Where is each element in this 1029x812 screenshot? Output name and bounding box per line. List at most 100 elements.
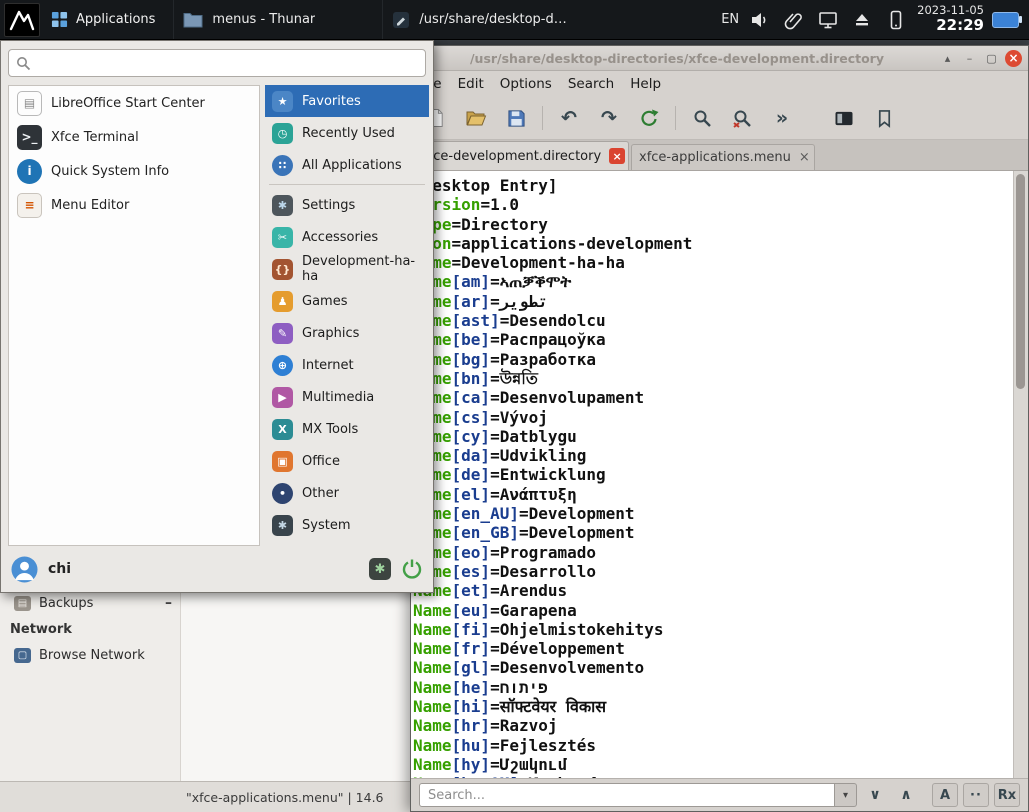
reload-icon[interactable] <box>632 103 666 133</box>
tab-xfce-development-directory[interactable]: xfce-development.directory × <box>413 141 629 170</box>
user-name: chi <box>48 561 72 577</box>
tab-xfce-applications-menu[interactable]: xfce-applications.menu × <box>631 144 815 170</box>
vertical-scrollbar[interactable] <box>1013 171 1028 778</box>
category-settings[interactable]: ✱ Settings <box>265 189 429 221</box>
taskbar-button-usr-share-desktop-d[interactable]: /usr/share/desktop-d… <box>382 0 591 39</box>
find-replace-icon[interactable] <box>725 103 759 133</box>
category-internet[interactable]: ⊕ Internet <box>265 349 429 381</box>
code-line: Name[ast]=Desendolcu <box>413 311 1010 330</box>
task-label: /usr/share/desktop-d… <box>419 12 567 27</box>
side-pane-icon[interactable] <box>827 103 861 133</box>
clipboard-icon[interactable] <box>783 9 805 31</box>
launcher-xfce-terminal[interactable]: >_ Xfce Terminal <box>9 120 259 154</box>
launcher-libreoffice-start-center[interactable]: ▤ LibreOffice Start Center <box>9 86 259 120</box>
ini-value: =Développement <box>490 639 625 659</box>
search-previous-button[interactable]: ∧ <box>893 783 919 807</box>
logout-icon[interactable] <box>401 558 423 580</box>
titlebar[interactable]: /usr/share/desktop-directories/xfce-deve… <box>411 46 1028 71</box>
category-recently-used[interactable]: ◷ Recently Used <box>265 117 429 149</box>
code-line: Icon=applications-development <box>413 234 1010 253</box>
taskbar-button-menus-thunar[interactable]: menus - Thunar <box>173 0 382 39</box>
thunar-sidebar: ▤ Backups – Network ▢ Browse Network <box>0 560 181 782</box>
user-avatar[interactable] <box>11 555 38 583</box>
graphics-icon: ✎ <box>272 322 293 344</box>
ini-locale: [de] <box>451 465 491 485</box>
category-mx-tools[interactable]: X MX Tools <box>265 413 429 445</box>
battery-indicator[interactable] <box>992 11 1022 28</box>
whole-word-button[interactable]: ·· <box>963 783 989 807</box>
category-development-ha-ha[interactable]: {} Development-ha-ha <box>265 253 429 285</box>
menu-edit[interactable]: Edit <box>458 76 484 92</box>
ini-value: =Ohjelmistokehitys <box>490 619 664 639</box>
code-line: Name[bn]=উন্নতি <box>413 369 1010 388</box>
menu-search-field[interactable] <box>8 49 426 77</box>
settings-manager-icon[interactable]: ✱ <box>369 558 391 580</box>
maximize-button[interactable]: ▢ <box>983 50 1000 67</box>
category-office[interactable]: ▣ Office <box>265 445 429 477</box>
desktop: ▤ Backups – Network ▢ Browse Network "xfce-ap… <box>0 0 1029 812</box>
unmount-icon[interactable]: – <box>165 595 172 611</box>
mx-menu-button[interactable] <box>4 2 40 37</box>
search-next-button[interactable]: ∨ <box>862 783 888 807</box>
tab-close-icon[interactable]: × <box>799 150 810 165</box>
shade-button[interactable]: ▴ <box>939 50 956 67</box>
search-icon <box>16 56 31 71</box>
category-games[interactable]: ♟ Games <box>265 285 429 317</box>
category-multimedia[interactable]: ▶ Multimedia <box>265 381 429 413</box>
sidebar-item-browse-network[interactable]: ▢ Browse Network <box>0 642 180 668</box>
menubar: FileEditOptionsSearchHelp <box>411 71 1028 97</box>
libreoffice-start-center-icon: ▤ <box>17 90 42 116</box>
category-all-applications[interactable]: ∷ All Applications <box>265 149 429 181</box>
undo-icon[interactable]: ↶ <box>552 103 586 133</box>
keyboard-layout-indicator[interactable]: EN <box>721 12 739 27</box>
category-accessories[interactable]: ✂ Accessories <box>265 221 429 253</box>
ini-key: Name <box>413 754 452 774</box>
match-case-button[interactable]: A <box>932 783 958 807</box>
open-icon[interactable] <box>459 103 493 133</box>
sidebar-item-backups[interactable]: ▤ Backups – <box>0 590 180 616</box>
clock[interactable]: 2023-11-05 22:29 <box>917 4 984 35</box>
drive-icon: ▤ <box>14 595 31 611</box>
toolbar-separator <box>542 106 543 130</box>
internet-icon: ⊕ <box>272 354 293 376</box>
regex-button[interactable]: Rx <box>994 783 1020 807</box>
category-label: Development-ha-ha <box>302 254 416 284</box>
thunar-main-area[interactable] <box>181 560 410 782</box>
category-graphics[interactable]: ✎ Graphics <box>265 317 429 349</box>
tab-close-icon[interactable]: × <box>609 148 626 164</box>
eject-icon[interactable] <box>851 9 873 31</box>
launcher-quick-system-info[interactable]: i Quick System Info <box>9 154 259 188</box>
close-button[interactable]: × <box>1005 49 1022 67</box>
more-icon[interactable]: » <box>765 103 799 133</box>
scrollbar-thumb[interactable] <box>1016 174 1025 389</box>
search-history-dropdown-icon[interactable]: ▾ <box>835 783 857 807</box>
toolbar-separator <box>675 106 676 130</box>
ini-value: =Vývoj <box>490 407 548 427</box>
ini-locale: [ar] <box>451 291 491 311</box>
category-other[interactable]: • Other <box>265 477 429 509</box>
category-favorites[interactable]: ★ Favorites <box>265 85 429 117</box>
category-system[interactable]: ✱ System <box>265 509 429 541</box>
menu-help[interactable]: Help <box>630 76 661 92</box>
save-icon[interactable] <box>499 103 533 133</box>
redo-icon[interactable]: ↷ <box>592 103 626 133</box>
code-line: Name[bg]=Разработка <box>413 350 1010 369</box>
device-icon[interactable] <box>885 9 907 31</box>
bookmark-icon[interactable] <box>867 103 901 133</box>
menu-search[interactable]: Search <box>568 76 614 92</box>
category-label: Recently Used <box>302 125 395 141</box>
display-icon[interactable] <box>817 9 839 31</box>
find-icon[interactable] <box>685 103 719 133</box>
minimize-button[interactable]: – <box>961 50 978 67</box>
menu-options[interactable]: Options <box>500 76 552 92</box>
search-input[interactable] <box>419 783 835 807</box>
ini-value: =Մշակում <box>490 754 568 774</box>
search-field: ▾ <box>419 783 857 807</box>
whisker-menu: ▤ LibreOffice Start Center >_ Xfce Terminal… <box>0 40 434 593</box>
menu-search-input[interactable] <box>37 54 418 72</box>
volume-icon[interactable] <box>749 9 771 31</box>
category-separator <box>269 184 425 185</box>
launcher-menu-editor[interactable]: ≡ Menu Editor <box>9 188 259 222</box>
applications-menu-button[interactable]: Applications <box>45 0 167 39</box>
text-editor-area[interactable]: [Desktop Entry]Version=1.0Type=Directory… <box>411 171 1028 778</box>
